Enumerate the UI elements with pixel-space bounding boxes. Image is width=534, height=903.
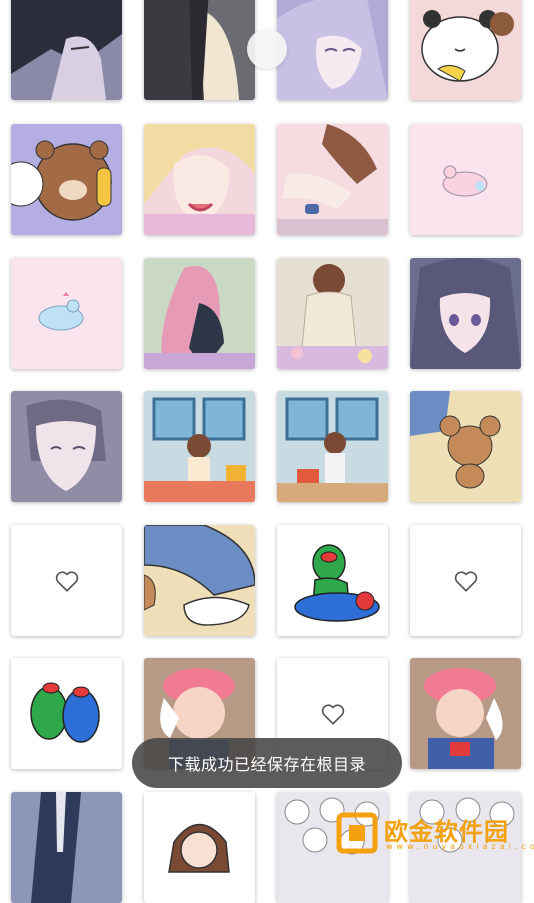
wallpaper-tile-placeholder[interactable] <box>11 525 122 636</box>
floating-action-button[interactable] <box>247 29 287 69</box>
wallpaper-image <box>410 258 521 369</box>
wallpaper-tile[interactable] <box>144 0 255 100</box>
heart-outline-icon <box>321 703 344 725</box>
download-success-toast: 下载成功已经保存在根目录 <box>132 738 402 788</box>
wallpaper-image <box>277 391 388 502</box>
wallpaper-tile[interactable] <box>144 124 255 235</box>
wallpaper-tile[interactable] <box>11 258 122 369</box>
wallpaper-image <box>410 391 521 502</box>
wallpaper-tile[interactable] <box>144 792 255 903</box>
wallpaper-tile[interactable] <box>11 0 122 100</box>
wallpaper-tile[interactable] <box>11 124 122 235</box>
wallpaper-image <box>11 391 122 502</box>
wallpaper-image <box>144 391 255 502</box>
wallpaper-tile[interactable] <box>277 0 388 100</box>
site-watermark: 欧金软件园 www.ouyaoxiazai.com <box>334 808 534 858</box>
heart-outline-icon <box>454 570 477 592</box>
wallpaper-image <box>11 792 122 903</box>
wallpaper-image <box>11 124 122 235</box>
wallpaper-image <box>277 525 388 636</box>
wallpaper-tile[interactable] <box>277 391 388 502</box>
wallpaper-tile[interactable] <box>277 525 388 636</box>
wallpaper-tile[interactable] <box>410 0 521 100</box>
wallpaper-tile[interactable] <box>11 792 122 903</box>
wallpaper-image <box>410 658 521 769</box>
wallpaper-tile[interactable] <box>11 658 122 769</box>
watermark-url: www.ouyaoxiazai.com <box>386 842 534 851</box>
wallpaper-image <box>277 124 388 235</box>
wallpaper-grid <box>0 0 534 903</box>
wallpaper-image <box>410 124 521 235</box>
wallpaper-image <box>144 792 255 903</box>
wallpaper-image <box>144 0 255 100</box>
wallpaper-image <box>144 124 255 235</box>
wallpaper-image <box>11 258 122 369</box>
wallpaper-image <box>144 258 255 369</box>
wallpaper-tile[interactable] <box>410 258 521 369</box>
wallpaper-tile[interactable] <box>277 124 388 235</box>
heart-outline-icon <box>55 570 78 592</box>
wallpaper-tile[interactable] <box>11 391 122 502</box>
wallpaper-image <box>410 0 521 100</box>
wallpaper-tile[interactable] <box>144 525 255 636</box>
wallpaper-tile[interactable] <box>144 391 255 502</box>
wallpaper-tile[interactable] <box>410 658 521 769</box>
wallpaper-tile-placeholder[interactable] <box>410 525 521 636</box>
wallpaper-image <box>144 525 255 636</box>
wallpaper-tile[interactable] <box>144 258 255 369</box>
wallpaper-tile[interactable] <box>410 124 521 235</box>
wallpaper-image <box>11 658 122 769</box>
wallpaper-image <box>277 0 388 100</box>
wallpaper-image <box>277 258 388 369</box>
watermark-logo-icon <box>336 812 378 854</box>
wallpaper-tile[interactable] <box>410 391 521 502</box>
wallpaper-tile[interactable] <box>277 258 388 369</box>
wallpaper-image <box>11 0 122 100</box>
toast-message: 下载成功已经保存在根目录 <box>167 755 366 774</box>
